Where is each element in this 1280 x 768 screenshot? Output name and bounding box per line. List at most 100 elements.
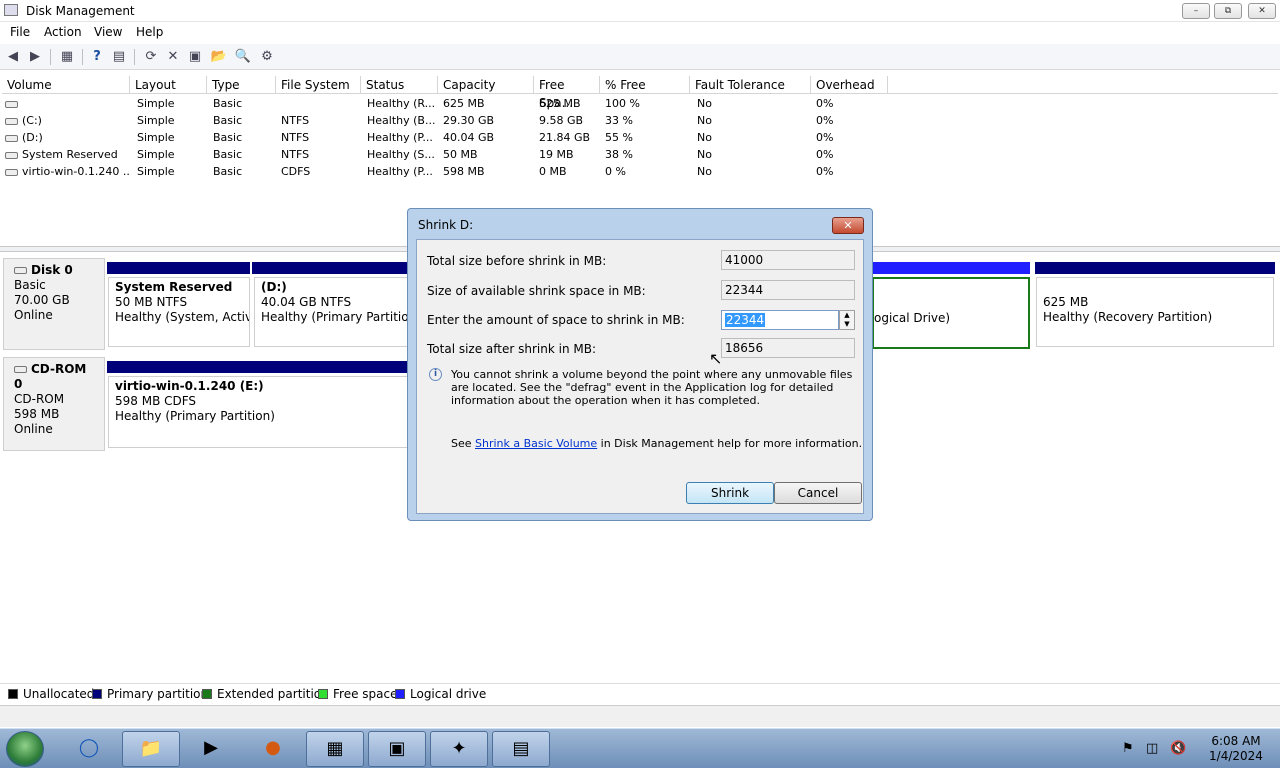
volume-list-header: Volume Layout Type File System Status Ca… — [2, 76, 1278, 110]
amount-spinner[interactable]: ▲ ▼ — [839, 310, 855, 330]
dialog-close-button[interactable]: ✕ — [832, 217, 864, 234]
disk-management-taskbar-icon[interactable]: ▣ — [368, 731, 426, 767]
info-text: You cannot shrink a volume beyond the po… — [451, 368, 853, 407]
partition-system-reserved[interactable]: System Reserved 50 MB NTFS Healthy (Syst… — [108, 277, 250, 347]
partition-recovery[interactable]: 625 MB Healthy (Recovery Partition) — [1036, 277, 1274, 347]
minimize-button[interactable]: – — [1182, 3, 1210, 19]
start-button[interactable] — [6, 731, 44, 767]
partition-logical-drive[interactable]: ogical Drive) — [872, 277, 1030, 349]
drive-icon — [5, 134, 18, 142]
cell-free-space: 21.84 GB — [539, 131, 591, 144]
legend-swatch-extended — [202, 689, 212, 699]
menu-view[interactable]: View — [94, 25, 122, 39]
disk-management-icon — [4, 4, 18, 16]
legend: Unallocated Primary partition Extended p… — [0, 683, 1280, 703]
explorer-icon[interactable]: 📁 — [122, 731, 180, 767]
properties-icon[interactable]: ▣ — [186, 48, 204, 66]
forward-icon[interactable]: ▶ — [26, 48, 44, 66]
media-player-icon[interactable]: ▶ — [182, 731, 240, 767]
partition-cdrom-e[interactable]: virtio-win-0.1.240 (E:) 598 MB CDFS Heal… — [108, 376, 408, 448]
internet-explorer-icon[interactable]: ◯ — [60, 731, 118, 767]
clock-time: 6:08 AM — [1211, 734, 1261, 748]
menu-bar: File Action View Help — [0, 22, 1280, 44]
cancel-button[interactable]: Cancel — [774, 482, 862, 504]
settings-icon[interactable]: ⚙ — [258, 48, 276, 66]
cdrom0-label[interactable]: CD-ROM 0 CD-ROM 598 MB Online — [3, 357, 105, 451]
amount-label: Enter the amount of space to shrink in M… — [427, 313, 685, 327]
back-icon[interactable]: ◀ — [4, 48, 22, 66]
amount-input-value: 22344 — [725, 313, 766, 327]
table-row[interactable]: Simple Basic Healthy (R... 625 MB 625 MB… — [2, 95, 902, 112]
disk0-label[interactable]: Disk 0 Basic 70.00 GB Online — [3, 258, 105, 350]
computer-management-icon[interactable]: ▦ — [306, 731, 364, 767]
partition-name: virtio-win-0.1.240 (E:) — [115, 379, 264, 393]
shrink-basic-volume-link[interactable]: Shrink a Basic Volume — [475, 437, 597, 450]
column-layout[interactable]: Layout — [130, 76, 207, 94]
dialog-title: Shrink D: — [418, 218, 474, 232]
total-before-field: 41000 — [721, 250, 855, 270]
cell-capacity: 598 MB — [443, 165, 485, 178]
cd-drive-icon — [14, 366, 27, 373]
cell-percent-free: 38 % — [605, 148, 633, 161]
table-row[interactable]: (C:) Simple Basic NTFS Healthy (B... 29.… — [2, 112, 902, 129]
partition-status: Healthy (Primary Partition) — [261, 310, 408, 324]
tool-icon[interactable]: ✦ — [430, 731, 488, 767]
drive-icon — [5, 117, 18, 125]
column-free-space[interactable]: Free Spa... — [534, 76, 600, 110]
column-fault-tolerance[interactable]: Fault Tolerance — [690, 76, 811, 94]
help-line: See Shrink a Basic Volume in Disk Manage… — [451, 437, 862, 450]
network-icon[interactable]: ◫ — [1146, 741, 1158, 756]
amount-input[interactable]: 22344 — [721, 310, 839, 330]
console-tree-icon[interactable]: ▦ — [58, 48, 76, 66]
cell-capacity: 625 MB — [443, 97, 485, 110]
menu-file[interactable]: File — [10, 25, 30, 39]
toolbox-icon[interactable]: ▤ — [492, 731, 550, 767]
cell-layout: Simple — [137, 131, 175, 144]
cell-volume: virtio-win-0.1.240 ... — [22, 165, 129, 178]
cell-layout: Simple — [137, 165, 175, 178]
legend-logical: Logical drive — [410, 687, 487, 701]
column-volume[interactable]: Volume — [2, 76, 130, 94]
help-icon[interactable]: ? — [88, 48, 106, 66]
shrink-dialog: Shrink D: ✕ Total size before shrink in … — [407, 208, 873, 521]
open-folder-icon[interactable]: 📂 — [210, 48, 228, 66]
column-overhead[interactable]: Overhead — [811, 76, 888, 94]
volume-muted-icon[interactable]: 🔇 — [1170, 741, 1186, 756]
shrink-button[interactable]: Shrink — [686, 482, 774, 504]
partition-size — [874, 296, 1022, 311]
drive-icon — [5, 151, 18, 159]
cd-drive-icon — [5, 168, 18, 176]
taskbar: ◯ 📁 ▶ ● ▦ ▣ ✦ ▤ ⚑ ◫ 🔇 6:08 AM 1/4/2024 — [0, 728, 1280, 768]
table-row[interactable]: System Reserved Simple Basic NTFS Health… — [2, 146, 902, 163]
column-file-system[interactable]: File System — [276, 76, 361, 94]
partition-d[interactable]: (D:) 40.04 GB NTFS Healthy (Primary Part… — [254, 277, 408, 347]
column-capacity[interactable]: Capacity — [438, 76, 534, 94]
menu-help[interactable]: Help — [136, 25, 163, 39]
firefox-icon[interactable]: ● — [244, 731, 302, 767]
flag-icon[interactable]: ⚑ — [1122, 741, 1134, 756]
legend-unallocated: Unallocated — [23, 687, 95, 701]
close-window-button[interactable]: ✕ — [1248, 3, 1276, 19]
available-label: Size of available shrink space in MB: — [427, 284, 646, 298]
cell-status: Healthy (P... — [367, 131, 433, 144]
legend-primary: Primary partition — [107, 687, 209, 701]
refresh-icon[interactable]: ⟳ — [142, 48, 160, 66]
table-row[interactable]: (D:) Simple Basic NTFS Healthy (P... 40.… — [2, 129, 902, 146]
cell-file-system: NTFS — [281, 148, 310, 161]
table-row[interactable]: virtio-win-0.1.240 ... Simple Basic CDFS… — [2, 163, 902, 180]
properties-pane-icon[interactable]: ▤ — [110, 48, 128, 66]
search-icon[interactable]: 🔍 — [234, 48, 252, 66]
cell-fault-tolerance: No — [697, 148, 712, 161]
maximize-button[interactable]: ⧉ — [1214, 3, 1242, 19]
menu-action[interactable]: Action — [44, 25, 82, 39]
toolbar: ◀ ▶ ▦ ? ▤ ⟳ ✕ ▣ 📂 🔍 ⚙ — [0, 44, 1280, 70]
column-type[interactable]: Type — [207, 76, 276, 94]
column-percent-free[interactable]: % Free — [600, 76, 690, 94]
cell-percent-free: 0 % — [605, 165, 626, 178]
primary-partition-bar — [107, 262, 250, 274]
after-field: 18656 — [721, 338, 855, 358]
clock[interactable]: 6:08 AM 1/4/2024 — [1196, 734, 1276, 764]
column-status[interactable]: Status — [361, 76, 438, 94]
delete-icon[interactable]: ✕ — [164, 48, 182, 66]
cell-type: Basic — [213, 131, 243, 144]
